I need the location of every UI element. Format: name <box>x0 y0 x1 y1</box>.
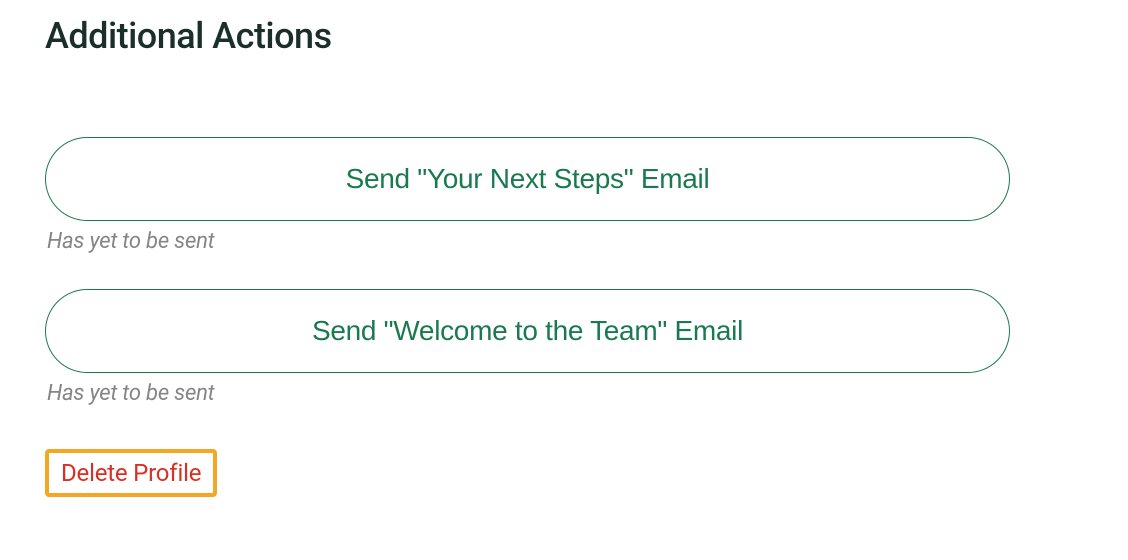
action-group-next-steps: Send "Your Next Steps" Email Has yet to … <box>45 137 1083 254</box>
section-title: Additional Actions <box>45 15 1083 57</box>
delete-profile-link[interactable]: Delete Profile <box>61 459 201 487</box>
action-group-welcome: Send "Welcome to the Team" Email Has yet… <box>45 289 1083 406</box>
send-welcome-email-button[interactable]: Send "Welcome to the Team" Email <box>45 289 1010 373</box>
next-steps-status: Has yet to be sent <box>47 229 1083 254</box>
welcome-status: Has yet to be sent <box>47 381 1083 406</box>
send-next-steps-email-button[interactable]: Send "Your Next Steps" Email <box>45 137 1010 221</box>
delete-profile-highlight: Delete Profile <box>45 449 217 497</box>
